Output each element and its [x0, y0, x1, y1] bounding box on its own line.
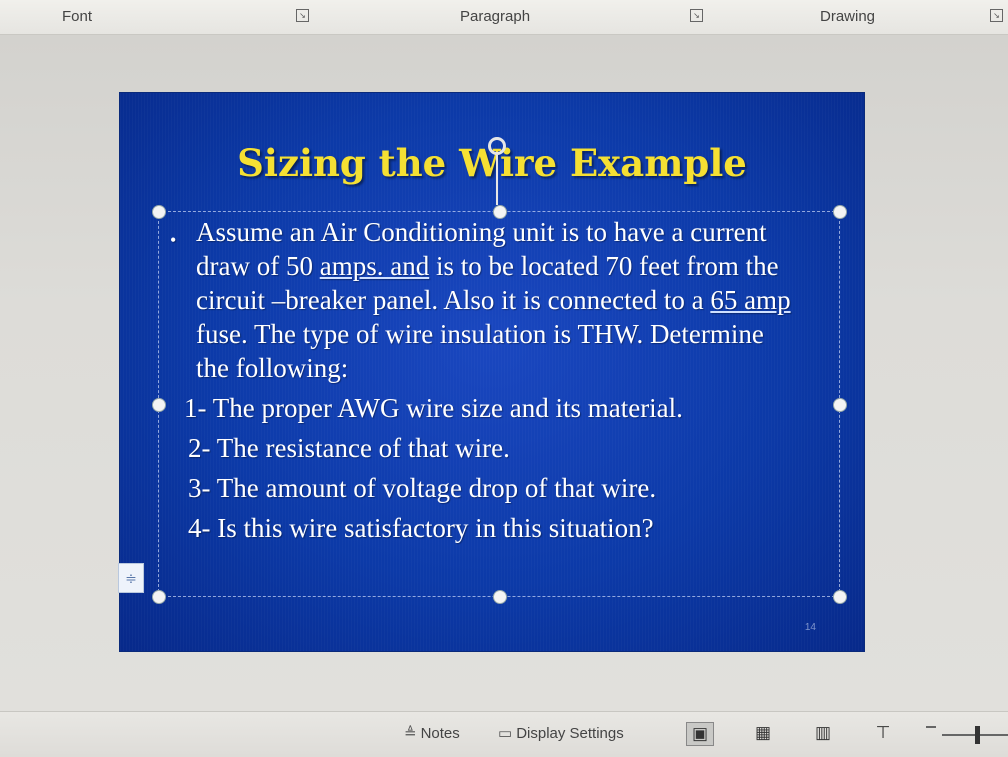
zoom-out-icon[interactable]	[926, 726, 936, 728]
list-item-1: 1- The proper AWG wire size and its mate…	[184, 393, 683, 423]
slide-canvas[interactable]: Sizing the Wire Example • Assume an Air C…	[120, 93, 864, 651]
resize-handle-top-left[interactable]	[152, 205, 166, 219]
ribbon-group-font-label: Font	[62, 8, 93, 25]
bullet-paragraph: • Assume an Air Conditioning unit is to h…	[170, 217, 791, 383]
underlined-text-amps: amps. and	[319, 251, 430, 281]
ribbon-group-paragraph-label: Paragraph	[460, 8, 531, 25]
notes-icon: ≜	[404, 725, 417, 742]
resize-handle-right[interactable]	[833, 398, 847, 412]
layout-options-icon[interactable]: ≑	[118, 563, 144, 593]
display-settings-label: Display Settings	[516, 724, 624, 742]
reading-view-icon[interactable]: ▥	[810, 722, 836, 744]
resize-handle-bottom-left[interactable]	[152, 590, 166, 604]
list-item-4: 4- Is this wire satisfactory in this sit…	[188, 513, 654, 543]
drawing-dialog-launcher-icon[interactable]: ↘	[990, 9, 1003, 22]
bullet-icon: •	[170, 230, 177, 250]
normal-view-icon[interactable]: ▣	[686, 722, 714, 746]
resize-handle-bottom[interactable]	[493, 590, 507, 604]
paragraph-dialog-launcher-icon[interactable]: ↘	[690, 9, 703, 22]
resize-handle-top-right[interactable]	[833, 205, 847, 219]
ribbon-group-drawing-label: Drawing	[820, 8, 876, 25]
font-dialog-launcher-icon[interactable]: ↘	[296, 9, 309, 22]
underlined-text-fuse: 65 amp	[710, 285, 791, 315]
slide-body[interactable]: • Assume an Air Conditioning unit is to h…	[168, 215, 798, 545]
zoom-slider-thumb[interactable]	[975, 726, 980, 744]
rotate-handle-icon[interactable]	[488, 137, 506, 155]
list-item-2: 2- The resistance of that wire.	[188, 433, 510, 463]
resize-handle-bottom-right[interactable]	[833, 590, 847, 604]
slide-number: 14	[804, 622, 816, 633]
display-settings-button[interactable]: ▭ Display Settings	[498, 724, 624, 743]
slide-sorter-icon[interactable]: ▦	[750, 722, 776, 744]
rotate-stem	[496, 155, 498, 205]
display-settings-icon: ▭	[498, 725, 513, 742]
slide-show-icon[interactable]: ⊤	[870, 722, 896, 744]
ribbon: Font ↘ Paragraph ↘ Drawing ↘	[0, 0, 1008, 35]
notes-button[interactable]: ≜ Notes	[404, 724, 460, 743]
resize-handle-left[interactable]	[152, 398, 166, 412]
notes-label: Notes	[420, 724, 460, 742]
list-item-3: 3- The amount of voltage drop of that wi…	[188, 473, 657, 503]
status-bar: ≜ Notes ▭ Display Settings ▣ ▦ ▥ ⊤	[0, 711, 1008, 757]
